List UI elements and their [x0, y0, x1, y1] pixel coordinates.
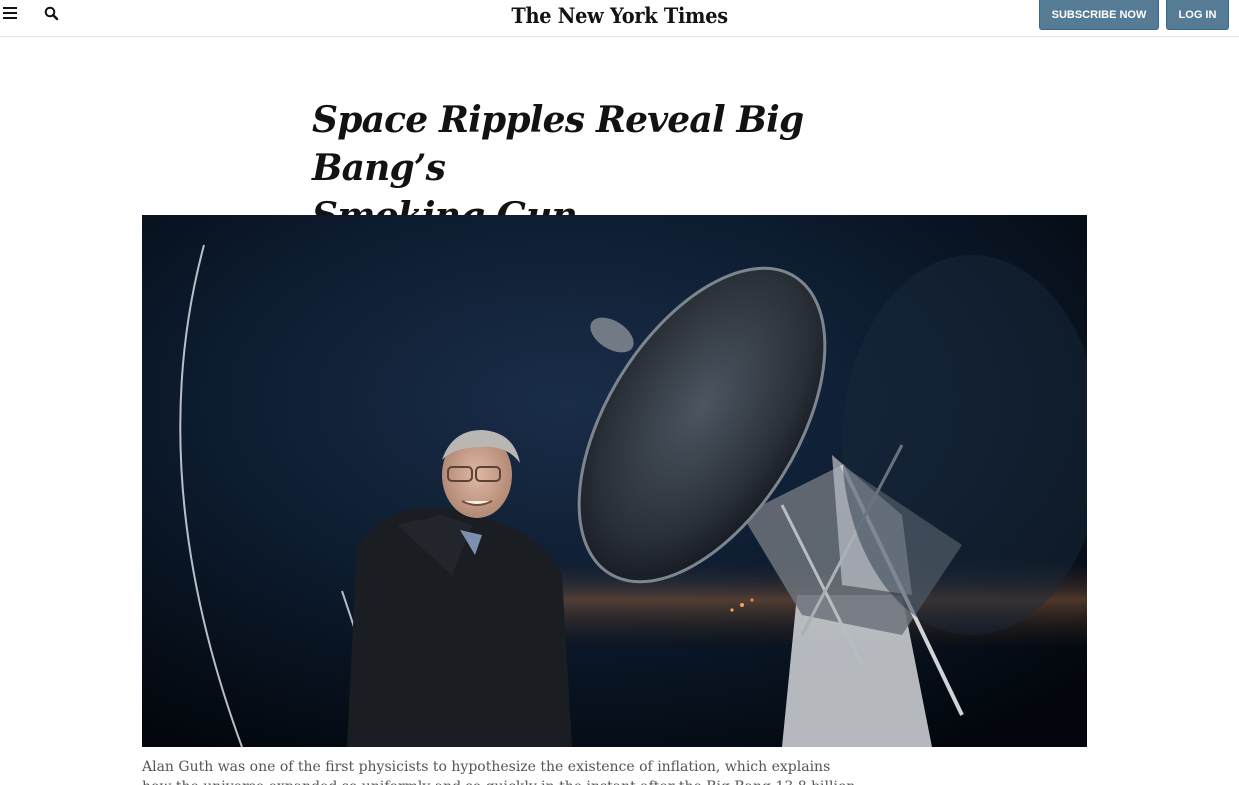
headline-line-1: Space Ripples Reveal Big Bang’s: [312, 99, 804, 189]
photo-man-with-telescope: [142, 215, 1087, 747]
hero-photo: [142, 215, 1087, 747]
logo-text[interactable]: The New York Times: [511, 0, 728, 32]
photo-caption: Alan Guth was one of the first physicist…: [142, 759, 855, 785]
top-navigation-bar: The New York Times SUBSCRIBE NOW LOG IN: [0, 0, 1239, 37]
subscribe-button[interactable]: SUBSCRIBE NOW: [1039, 0, 1159, 30]
login-button[interactable]: LOG IN: [1166, 0, 1229, 30]
